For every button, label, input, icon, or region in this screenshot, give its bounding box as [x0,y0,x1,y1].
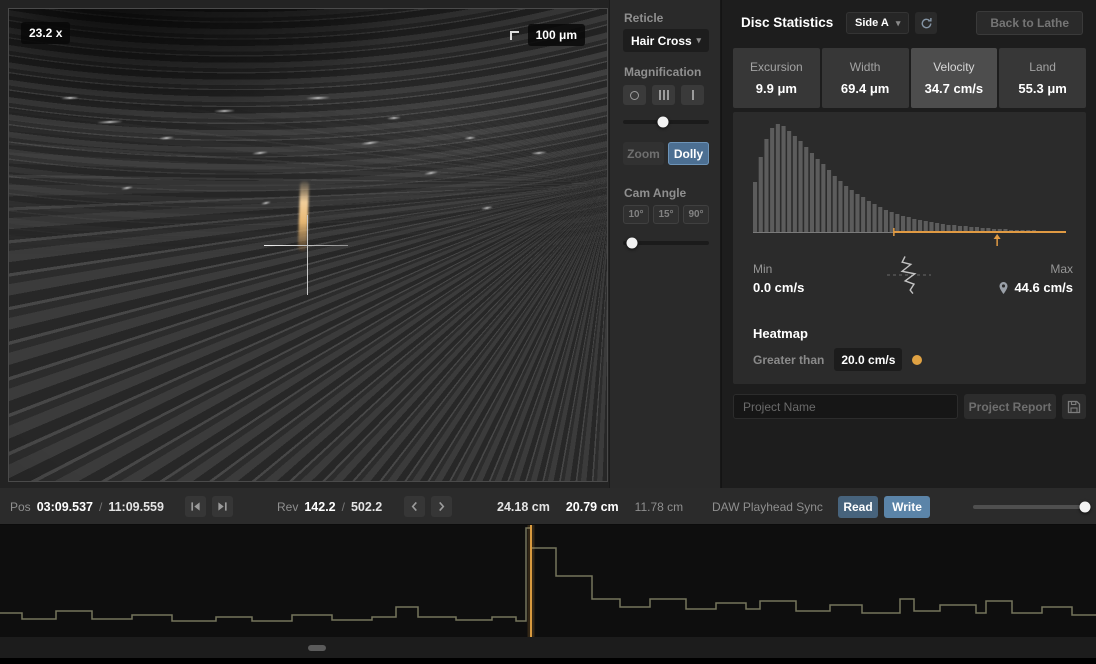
heatmap-color-swatch [912,355,922,365]
cam-angle-15-button[interactable]: 15° [653,205,679,224]
velocity-histogram [753,122,1066,250]
skip-to-start-button[interactable] [185,496,206,517]
save-project-button[interactable] [1062,394,1086,419]
rev-readout: Rev 142.2 / 502.2 [277,488,382,525]
panel-title: Disc Statistics [741,15,833,30]
pin-icon [998,281,1009,295]
stat-cards-row: Excursion 9.9 μm Width 69.4 μm Velocity … [733,48,1086,108]
radius-readout: 24.18 cm 20.79 cm 11.78 cm [497,488,683,525]
radius-inner: 11.78 cm [635,500,683,514]
mag-mode-line-button[interactable] [681,85,704,105]
daw-sync-label: DAW Playhead Sync [712,488,823,525]
stat-card-width[interactable]: Width 69.4 μm [822,48,909,108]
rev-total: 502.2 [351,500,382,514]
cam-angle-90-button[interactable]: 90° [683,205,709,224]
dolly-mode-button[interactable]: Dolly [668,142,709,165]
disc-statistics-panel: Disc Statistics Side A ▾ Back to Lathe E… [721,0,1096,488]
position-current: 03:09.537 [37,500,93,514]
skip-back-icon [190,501,201,512]
magnification-slider-thumb[interactable] [658,117,669,128]
chevron-right-icon [437,501,446,512]
reticle-select[interactable]: Hair Cross ▾ [623,29,709,52]
scrollbar-thumb[interactable] [308,645,326,651]
skip-forward-icon [217,501,228,512]
camera-controls-panel: Reticle Hair Cross ▾ Magnification Zoom … [609,0,721,488]
radius-current: 20.79 cm [566,500,619,514]
heatmap-condition-label: Greater than [753,353,824,367]
cam-angle-slider-thumb[interactable] [626,238,637,249]
heatmap-threshold-input[interactable] [834,348,902,371]
radius-outer: 24.18 cm [497,500,550,514]
next-rev-button[interactable] [431,496,452,517]
reticle-crosshair-vertical [307,215,308,295]
chevron-down-icon: ▾ [896,18,901,29]
heatmap-title: Heatmap [753,326,808,341]
chevron-down-icon: ▾ [696,35,701,46]
mag-mode-lines-button[interactable] [652,85,675,105]
cam-angle-section-label: Cam Angle [624,186,686,200]
velocity-histogram-box: Min 0.0 cm/s Max 44.6 cm/s Heatmap Great… [733,112,1086,384]
timeline-panel: Pos 03:09.537 / 11:09.559 [0,488,1096,664]
project-report-button[interactable]: Project Report [964,394,1056,419]
daw-read-button[interactable]: Read [838,496,878,518]
bottom-edge [0,658,1096,664]
rev-step-buttons [404,488,452,525]
line-icon [692,90,694,100]
groove-wiggle-icon [885,252,933,301]
project-name-input[interactable] [733,394,958,419]
timeline-scrollbar[interactable] [0,637,1096,658]
lines-icon [659,90,661,100]
back-to-lathe-button[interactable]: Back to Lathe [976,11,1083,35]
timeline-zoom-slider[interactable] [973,505,1090,509]
reticle-select-value: Hair Cross [631,34,692,48]
stat-card-excursion[interactable]: Excursion 9.9 μm [733,48,820,108]
heatmap-condition-row: Greater than [753,348,922,371]
magnification-section-label: Magnification [624,65,701,79]
scale-indicator: 100 μm [510,24,585,46]
project-row: Project Report [733,394,1086,419]
side-select[interactable]: Side A ▾ [846,12,909,34]
transport-bar: Pos 03:09.537 / 11:09.559 [0,488,1096,525]
daw-write-button[interactable]: Write [884,496,930,518]
timeline-zoom-slider-thumb[interactable] [1080,502,1091,513]
magnification-slider[interactable] [623,120,709,124]
skip-buttons [185,488,233,525]
position-readout: Pos 03:09.537 / 11:09.559 [10,488,164,525]
skip-to-end-button[interactable] [212,496,233,517]
refresh-button[interactable] [915,12,937,34]
cam-angle-10-button[interactable]: 10° [623,205,649,224]
scale-badge: 100 μm [528,24,585,46]
magnification-mode-row [623,85,704,105]
position-total: 11:09.559 [108,500,164,514]
stat-card-velocity[interactable]: Velocity 34.7 cm/s [911,48,998,108]
mag-mode-circle-button[interactable] [623,85,646,105]
max-value: 44.6 cm/s [1014,280,1073,295]
min-value: 0.0 cm/s [753,280,804,295]
circle-icon [630,91,639,100]
refresh-icon [920,17,933,30]
side-select-value: Side A [855,17,889,29]
reticle-section-label: Reticle [624,11,663,25]
chevron-left-icon [410,501,419,512]
magnification-badge: 23.2 x [21,22,70,44]
rev-current: 142.2 [304,500,335,514]
max-value-row: 44.6 cm/s [998,280,1073,295]
reticle-crosshair-horizontal [264,245,348,246]
amplitude-trace [0,528,1096,621]
cam-angle-presets: 10° 15° 90° [623,205,709,224]
stat-card-land[interactable]: Land 55.3 μm [999,48,1086,108]
max-label: Max [1050,262,1073,276]
cam-angle-slider[interactable] [623,241,709,245]
app-root: 23.2 x 100 μm Reticle Hair Cross ▾ Magni… [0,0,1096,664]
groove-viewport[interactable]: 23.2 x 100 μm [8,8,608,482]
previous-rev-button[interactable] [404,496,425,517]
scale-corner-icon [510,31,519,40]
save-icon [1067,400,1081,414]
min-label: Min [753,262,772,276]
timeline-waveform[interactable] [0,525,1096,637]
zoom-mode-button[interactable]: Zoom [623,142,664,165]
